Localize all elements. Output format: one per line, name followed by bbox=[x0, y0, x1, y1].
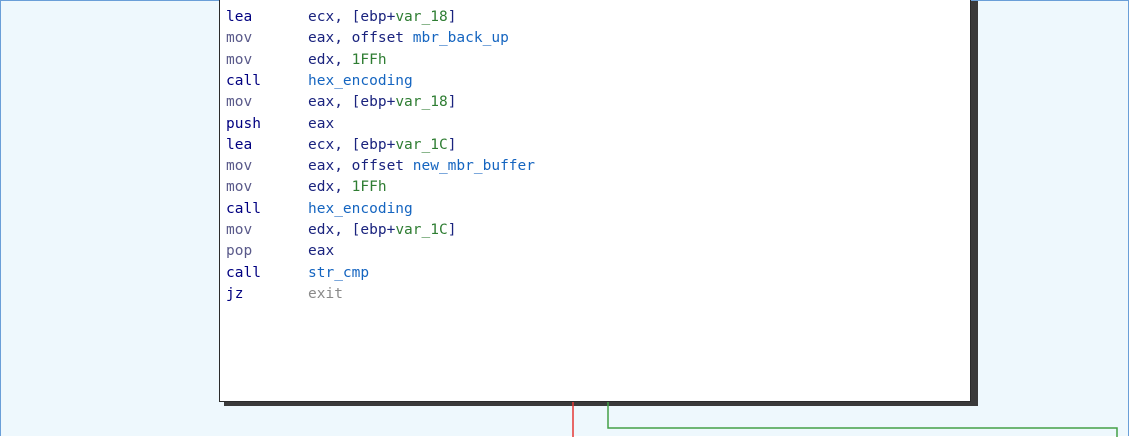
true-branch-edge bbox=[607, 402, 1118, 437]
graph-view-panel[interactable]: lea ecx, [ebp+var_18] mov eax, offset mbr_b… bbox=[0, 0, 1129, 437]
flow-edges bbox=[572, 402, 1118, 437]
